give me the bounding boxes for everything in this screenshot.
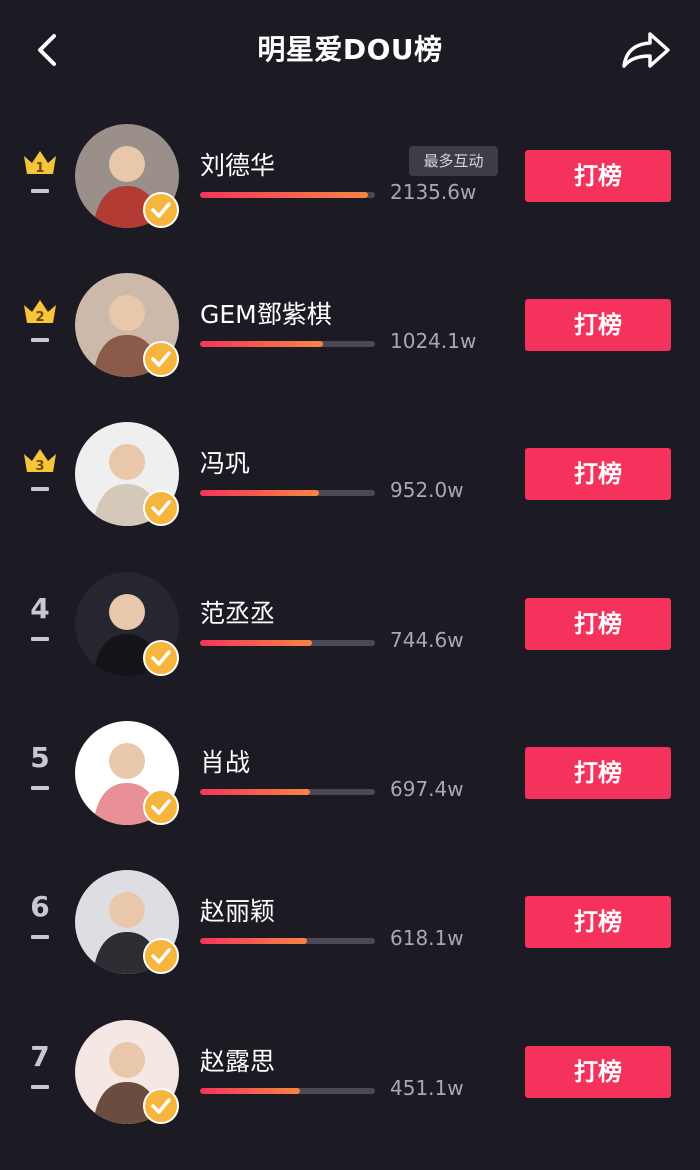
popularity-progress-fill xyxy=(200,938,307,944)
list-item: 2 GEM鄧紫棋 1024.1w 打榜 xyxy=(0,273,700,423)
crown-icon: 2 xyxy=(24,300,56,325)
crown-rank-number: 1 xyxy=(35,161,44,176)
list-item: 7 赵露思 451.1w 打榜 xyxy=(0,1020,700,1170)
popularity-progress-fill xyxy=(200,1088,300,1094)
celebrity-name[interactable]: 刘德华 xyxy=(200,146,275,182)
popularity-progress-fill xyxy=(200,341,323,347)
list-item: 4 范丞丞 744.6w 打榜 xyxy=(0,572,700,722)
verified-check-icon xyxy=(143,789,179,825)
popularity-progress-bar xyxy=(200,640,375,646)
popularity-value: 618.1w xyxy=(390,926,464,950)
popularity-value: 697.4w xyxy=(390,777,464,801)
popularity-progress-fill xyxy=(200,789,311,795)
vote-button[interactable]: 打榜 xyxy=(525,299,671,351)
rank-indicator: 1 xyxy=(18,124,62,214)
rank-indicator: 7 xyxy=(18,1020,62,1110)
list-item: 6 赵丽颖 618.1w 打榜 xyxy=(0,870,700,1020)
rank-change-dash xyxy=(31,338,49,342)
verified-check-icon xyxy=(143,341,179,377)
list-item: 1 刘德华 2135.6w 打榜 xyxy=(0,124,700,274)
crown-rank-number: 2 xyxy=(35,310,44,325)
popularity-progress-bar xyxy=(200,789,375,795)
popularity-progress-bar xyxy=(200,938,375,944)
header-bar: 明星爱DOU榜 xyxy=(0,0,700,100)
rank-indicator: 5 xyxy=(18,721,62,811)
vote-button[interactable]: 打榜 xyxy=(525,1046,671,1098)
popularity-progress-fill xyxy=(200,490,319,496)
rank-number: 4 xyxy=(30,592,50,625)
popularity-progress-bar xyxy=(200,341,375,347)
rank-change-dash xyxy=(31,487,49,491)
rank-indicator: 2 xyxy=(18,273,62,363)
popularity-progress-bar xyxy=(200,490,375,496)
rank-change-dash xyxy=(31,935,49,939)
rank-change-dash xyxy=(31,1085,49,1089)
verified-check-icon xyxy=(143,490,179,526)
popularity-value: 1024.1w xyxy=(390,329,477,353)
celebrity-name[interactable]: 赵丽颖 xyxy=(200,892,275,928)
popularity-value: 744.6w xyxy=(390,628,464,652)
rank-indicator: 6 xyxy=(18,870,62,960)
share-arrow-icon[interactable] xyxy=(618,26,674,74)
vote-button[interactable]: 打榜 xyxy=(525,598,671,650)
crown-icon: 3 xyxy=(24,449,56,474)
celebrity-name[interactable]: GEM鄧紫棋 xyxy=(200,295,332,331)
vote-button[interactable]: 打榜 xyxy=(525,896,671,948)
vote-button[interactable]: 打榜 xyxy=(525,150,671,202)
popularity-value: 952.0w xyxy=(390,478,464,502)
rank-change-dash xyxy=(31,637,49,641)
popularity-progress-fill xyxy=(200,640,312,646)
verified-check-icon xyxy=(143,640,179,676)
celebrity-name[interactable]: 肖战 xyxy=(200,743,250,779)
popularity-progress-bar xyxy=(200,1088,375,1094)
rank-number: 7 xyxy=(30,1040,50,1073)
popularity-value: 2135.6w xyxy=(390,180,477,204)
rank-indicator: 4 xyxy=(18,572,62,662)
verified-check-icon xyxy=(143,1088,179,1124)
verified-check-icon xyxy=(143,192,179,228)
rank-number: 6 xyxy=(30,890,50,923)
rank-change-dash xyxy=(31,189,49,193)
rank-indicator: 3 xyxy=(18,422,62,512)
crown-rank-number: 3 xyxy=(35,459,44,474)
verified-check-icon xyxy=(143,938,179,974)
vote-button[interactable]: 打榜 xyxy=(525,448,671,500)
popularity-value: 451.1w xyxy=(390,1076,464,1100)
celebrity-name[interactable]: 范丞丞 xyxy=(200,594,275,630)
list-item: 5 肖战 697.4w 打榜 xyxy=(0,721,700,871)
vote-button[interactable]: 打榜 xyxy=(525,747,671,799)
celebrity-name[interactable]: 冯巩 xyxy=(200,444,250,480)
popularity-progress-fill xyxy=(200,192,368,198)
most-interaction-badge: 最多互动 xyxy=(409,146,498,176)
celebrity-name[interactable]: 赵露思 xyxy=(200,1042,275,1078)
rank-change-dash xyxy=(31,786,49,790)
popularity-progress-bar xyxy=(200,192,375,198)
page-title: 明星爱DOU榜 xyxy=(257,33,443,66)
list-item: 3 冯巩 952.0w 打榜 xyxy=(0,422,700,572)
rank-number: 5 xyxy=(30,741,50,774)
crown-icon: 1 xyxy=(24,151,56,176)
